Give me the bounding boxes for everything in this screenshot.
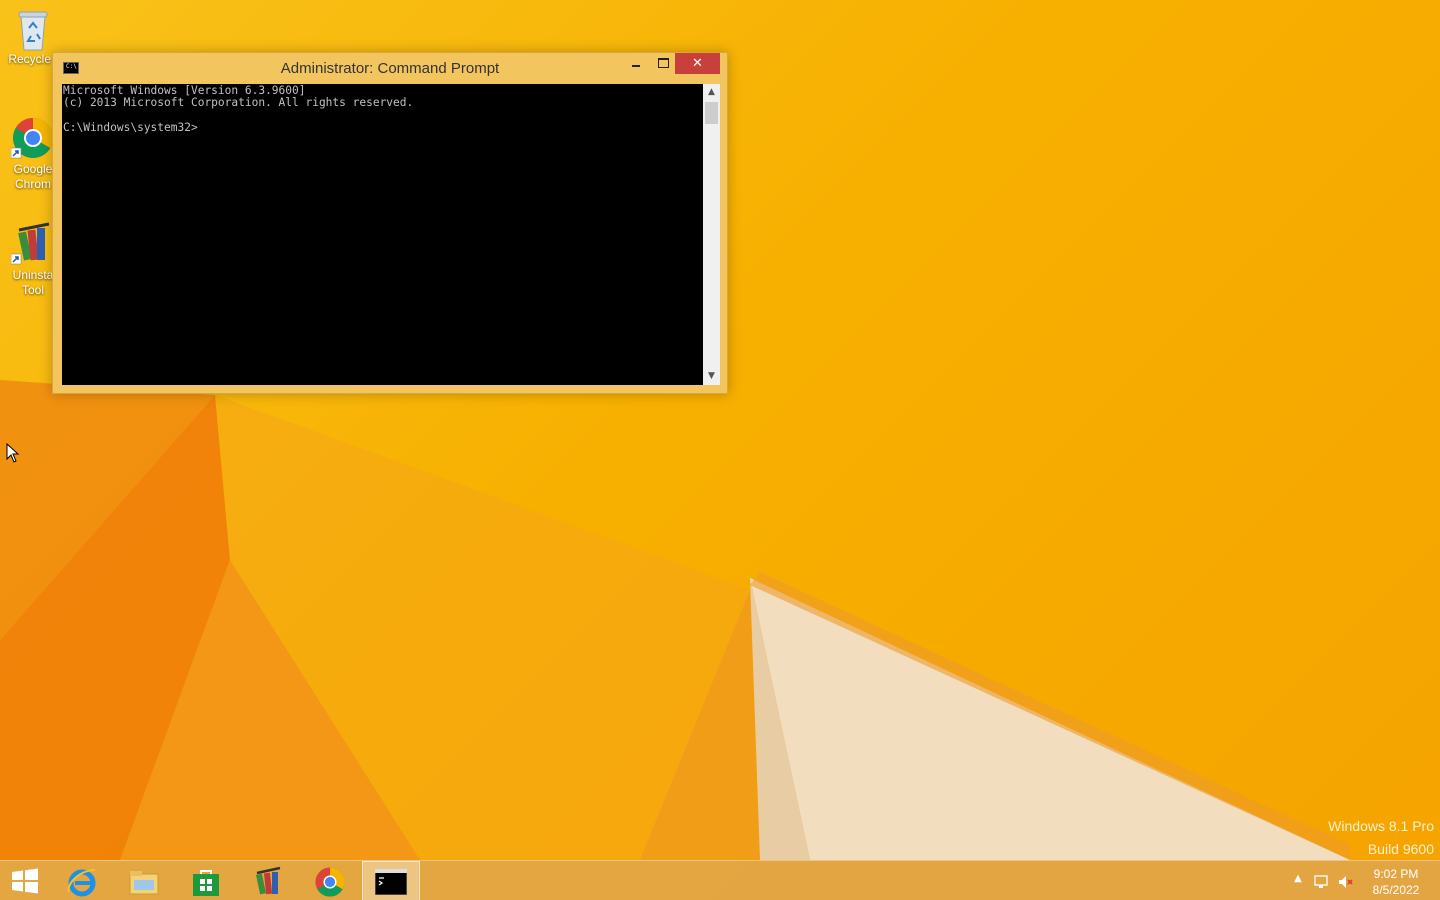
taskbar-internet-explorer[interactable] — [52, 861, 110, 900]
watermark-build: Build 9600 — [1367, 841, 1434, 857]
command-prompt-icon — [375, 869, 407, 895]
volume-muted-icon[interactable] — [1338, 874, 1354, 890]
uninstall-tool-icon — [255, 866, 281, 895]
close-button[interactable]: ✕ — [675, 53, 720, 74]
taskbar-store[interactable] — [176, 861, 234, 900]
close-icon: ✕ — [692, 56, 703, 71]
scrollbar-thumb[interactable] — [705, 102, 718, 124]
windows-version-watermark: Windows 8.1 Pro Build 9600 — [1328, 815, 1434, 861]
recycle-bin-icon — [11, 6, 55, 51]
chrome-icon — [315, 867, 345, 897]
show-hidden-icons-icon[interactable]: ▲ — [1290, 873, 1306, 889]
scroll-up-arrow-icon[interactable]: ▲ — [703, 84, 720, 101]
console-output[interactable]: Microsoft Windows [Version 6.3.9600] (c)… — [62, 84, 703, 385]
command-prompt-window[interactable]: C:\ Administrator: Command Prompt ✕ Micr… — [52, 52, 728, 394]
window-titlebar[interactable]: C:\ Administrator: Command Prompt ✕ — [53, 53, 727, 83]
taskbar-command-prompt[interactable] — [362, 861, 420, 900]
file-explorer-icon — [129, 871, 159, 895]
store-icon — [193, 870, 219, 896]
console-text: Microsoft Windows [Version 6.3.9600] (c)… — [63, 84, 414, 134]
mouse-cursor-icon — [6, 442, 20, 467]
vertical-scrollbar[interactable]: ▲ ▼ — [703, 84, 720, 385]
system-clock[interactable]: 9:02 PM 8/5/2022 — [1370, 866, 1422, 898]
taskbar-file-explorer[interactable] — [114, 861, 172, 900]
internet-explorer-icon — [67, 869, 96, 897]
clock-time: 9:02 PM — [1373, 867, 1419, 881]
uninstall-tool-icon — [10, 222, 55, 266]
minimize-button[interactable] — [622, 53, 649, 74]
chrome-icon — [10, 116, 55, 160]
network-icon[interactable] — [1313, 874, 1329, 890]
taskbar-uninstall-tool[interactable] — [238, 861, 296, 900]
watermark-edition: Windows 8.1 Pro — [1328, 818, 1434, 834]
taskbar[interactable]: ▲ 9:02 PM 8/5/2022 — [0, 860, 1440, 900]
windows-logo-icon — [12, 868, 38, 894]
start-button[interactable] — [0, 861, 50, 900]
clock-date: 8/5/2022 — [1372, 883, 1420, 897]
scroll-down-arrow-icon[interactable]: ▼ — [703, 368, 720, 385]
taskbar-google-chrome[interactable] — [300, 861, 358, 900]
maximize-button[interactable] — [649, 53, 676, 74]
